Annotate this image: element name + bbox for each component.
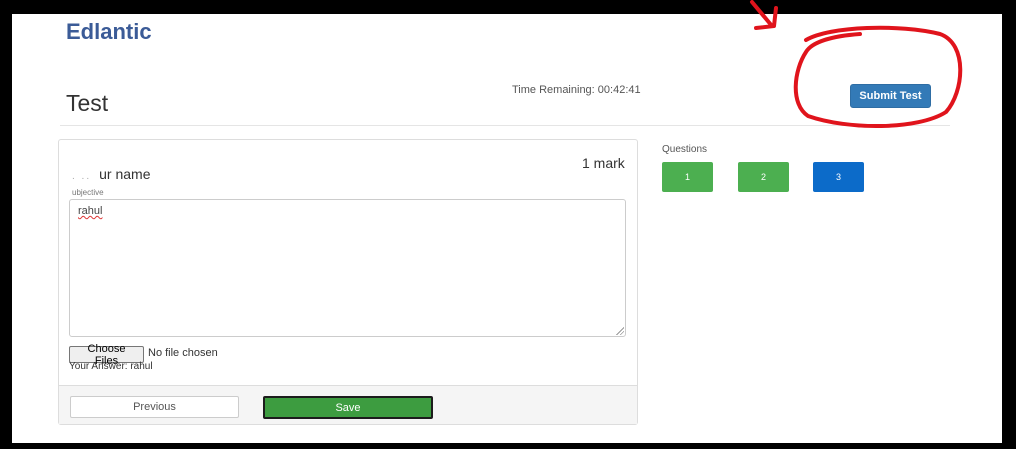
annotation-arrow-icon	[750, 0, 778, 30]
annotation-circle-icon	[793, 25, 963, 129]
red-annotation-overlay	[750, 0, 963, 129]
